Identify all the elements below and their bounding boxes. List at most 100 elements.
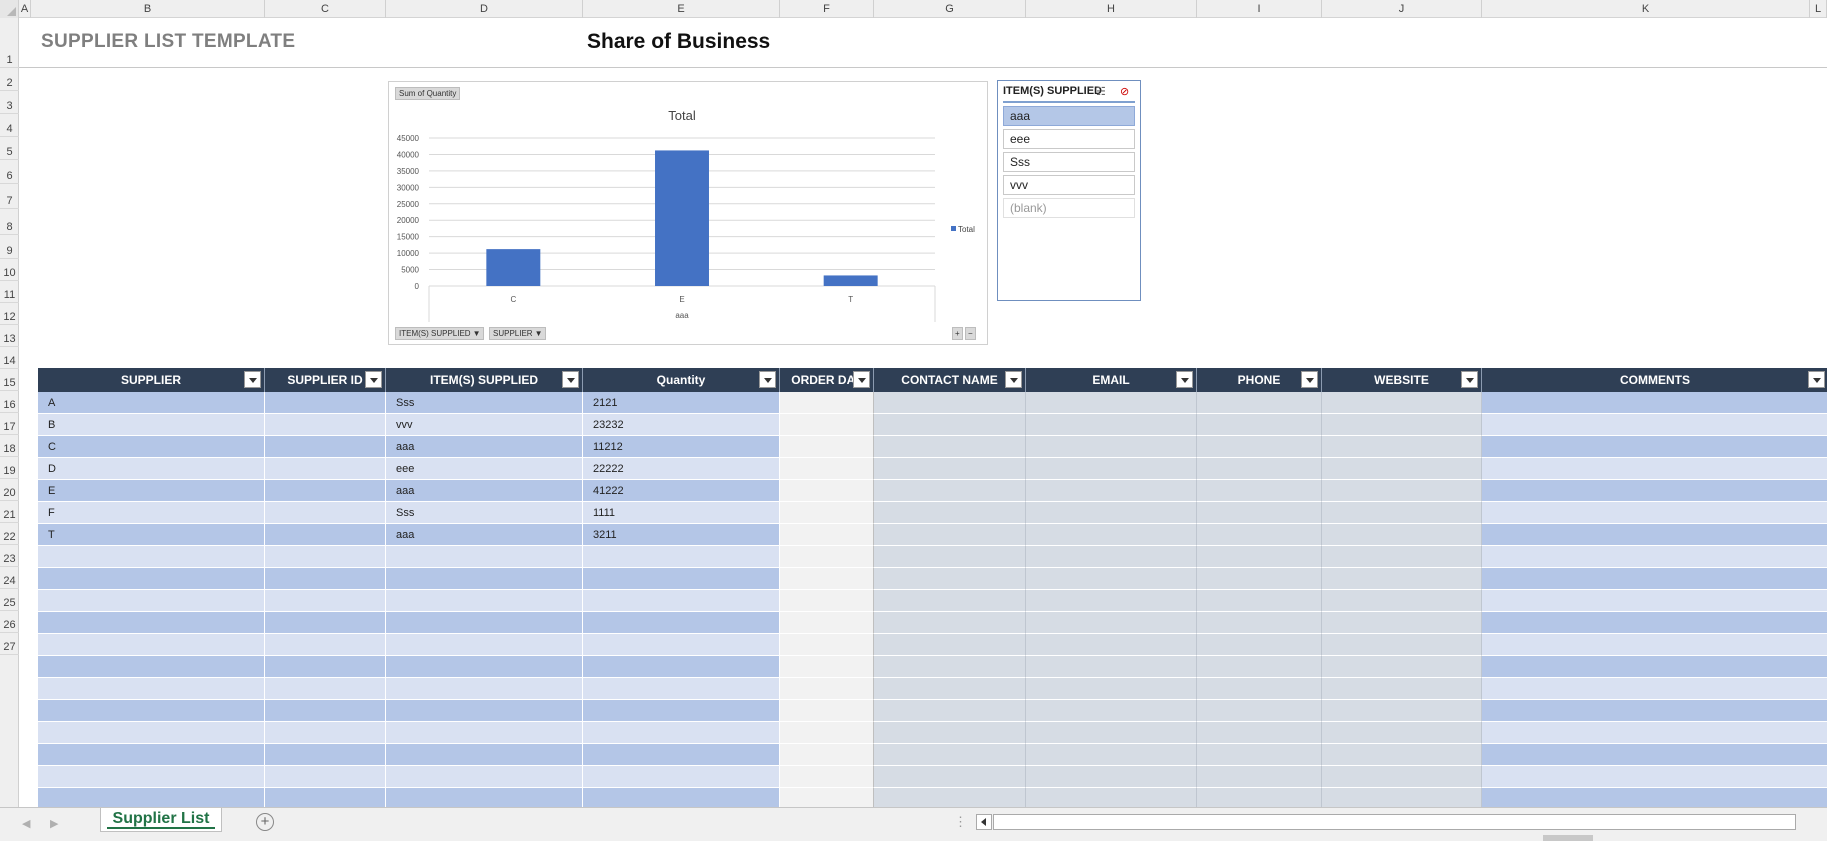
filter-dropdown-icon[interactable] — [1176, 371, 1193, 388]
table-cell[interactable] — [1026, 502, 1197, 524]
table-cell[interactable] — [265, 524, 386, 546]
table-cell[interactable] — [1026, 612, 1197, 634]
table-cell[interactable] — [1197, 678, 1322, 700]
table-cell[interactable] — [780, 524, 874, 546]
scroll-track[interactable] — [993, 814, 1796, 830]
row-header-11[interactable]: 11 — [0, 281, 19, 303]
table-cell[interactable]: 23232 — [583, 414, 780, 436]
table-cell[interactable] — [1322, 744, 1482, 766]
table-cell[interactable] — [780, 480, 874, 502]
row-header-19[interactable]: 19 — [0, 457, 19, 479]
table-cell[interactable] — [386, 744, 583, 766]
row-header-6[interactable]: 6 — [0, 160, 19, 184]
column-header-b[interactable]: B — [31, 0, 265, 18]
row-header-17[interactable]: 17 — [0, 413, 19, 435]
table-cell[interactable] — [874, 612, 1026, 634]
table-cell[interactable] — [1482, 722, 1827, 744]
table-cell[interactable] — [1322, 678, 1482, 700]
row-header-27[interactable]: 27 — [0, 633, 19, 655]
table-cell[interactable] — [874, 502, 1026, 524]
table-cell[interactable] — [1482, 546, 1827, 568]
table-cell[interactable] — [780, 458, 874, 480]
table-cell[interactable] — [874, 656, 1026, 678]
collapse-field-button[interactable]: − — [965, 327, 976, 340]
column-header-j[interactable]: J — [1322, 0, 1482, 18]
filter-dropdown-icon[interactable] — [1461, 371, 1478, 388]
previous-sheet-icon[interactable]: ◀ — [22, 817, 30, 830]
table-cell[interactable] — [1322, 502, 1482, 524]
table-cell[interactable] — [874, 744, 1026, 766]
table-cell[interactable] — [38, 612, 265, 634]
table-cell[interactable] — [1026, 788, 1197, 807]
table-cell[interactable] — [1197, 524, 1322, 546]
table-cell[interactable] — [1197, 700, 1322, 722]
table-cell[interactable]: aaa — [386, 524, 583, 546]
table-cell[interactable] — [1482, 480, 1827, 502]
table-cell[interactable] — [38, 678, 265, 700]
table-cell[interactable] — [1322, 590, 1482, 612]
row-header-21[interactable]: 21 — [0, 501, 19, 523]
table-cell[interactable] — [1197, 414, 1322, 436]
row-header-12[interactable]: 12 — [0, 303, 19, 325]
table-cell[interactable] — [780, 634, 874, 656]
table-cell[interactable] — [1026, 634, 1197, 656]
table-cell[interactable] — [265, 766, 386, 788]
table-cell[interactable] — [265, 502, 386, 524]
table-cell[interactable]: E — [38, 480, 265, 502]
column-header-l[interactable]: L — [1810, 0, 1827, 18]
table-cell[interactable] — [874, 546, 1026, 568]
table-cell[interactable] — [386, 788, 583, 807]
table-cell[interactable] — [386, 722, 583, 744]
table-cell[interactable] — [1026, 458, 1197, 480]
select-all-corner[interactable] — [0, 0, 19, 18]
table-cell[interactable] — [1197, 502, 1322, 524]
slicer-item[interactable]: (blank) — [1003, 198, 1135, 218]
table-cell[interactable] — [38, 744, 265, 766]
table-cell[interactable] — [1026, 436, 1197, 458]
slicer-item[interactable]: Sss — [1003, 152, 1135, 172]
legend-field-button[interactable]: SUPPLIER ▼ — [489, 327, 546, 340]
table-cell[interactable] — [780, 656, 874, 678]
table-cell[interactable]: eee — [386, 458, 583, 480]
table-cell[interactable] — [38, 634, 265, 656]
table-cell[interactable] — [1026, 524, 1197, 546]
column-header-email[interactable]: EMAIL — [1026, 368, 1197, 392]
table-cell[interactable] — [1322, 700, 1482, 722]
table-cell[interactable]: D — [38, 458, 265, 480]
table-cell[interactable] — [1322, 480, 1482, 502]
table-cell[interactable] — [583, 546, 780, 568]
table-cell[interactable] — [1026, 700, 1197, 722]
clear-filter-icon[interactable]: ⊘ — [1120, 85, 1129, 98]
table-cell[interactable]: 41222 — [583, 480, 780, 502]
column-header-item-s-supplied[interactable]: ITEM(S) SUPPLIED — [386, 368, 583, 392]
table-cell[interactable] — [265, 744, 386, 766]
table-cell[interactable] — [1482, 502, 1827, 524]
row-header-9[interactable]: 9 — [0, 235, 19, 259]
tab-supplier-list[interactable]: Supplier List — [100, 808, 222, 832]
table-cell[interactable] — [1482, 788, 1827, 807]
table-cell[interactable] — [386, 700, 583, 722]
table-cell[interactable] — [780, 414, 874, 436]
table-cell[interactable] — [265, 700, 386, 722]
row-header-26[interactable]: 26 — [0, 611, 19, 633]
row-header-20[interactable]: 20 — [0, 479, 19, 501]
table-cell[interactable] — [1482, 612, 1827, 634]
table-cell[interactable] — [780, 766, 874, 788]
table-cell[interactable] — [780, 788, 874, 807]
table-cell[interactable] — [874, 700, 1026, 722]
table-cell[interactable] — [386, 634, 583, 656]
table-cell[interactable] — [386, 612, 583, 634]
column-header-d[interactable]: D — [386, 0, 583, 18]
table-cell[interactable] — [265, 546, 386, 568]
column-header-e[interactable]: E — [583, 0, 780, 18]
table-cell[interactable] — [265, 722, 386, 744]
table-cell[interactable] — [1197, 612, 1322, 634]
sheet-area[interactable]: SUPPLIER LIST TEMPLATE Share of Business… — [19, 18, 1827, 807]
table-cell[interactable] — [386, 568, 583, 590]
table-cell[interactable] — [1197, 656, 1322, 678]
table-cell[interactable]: B — [38, 414, 265, 436]
table-cell[interactable] — [265, 414, 386, 436]
vertical-scroll-thumb[interactable] — [1543, 835, 1593, 841]
table-cell[interactable] — [1322, 656, 1482, 678]
table-cell[interactable]: 11212 — [583, 436, 780, 458]
